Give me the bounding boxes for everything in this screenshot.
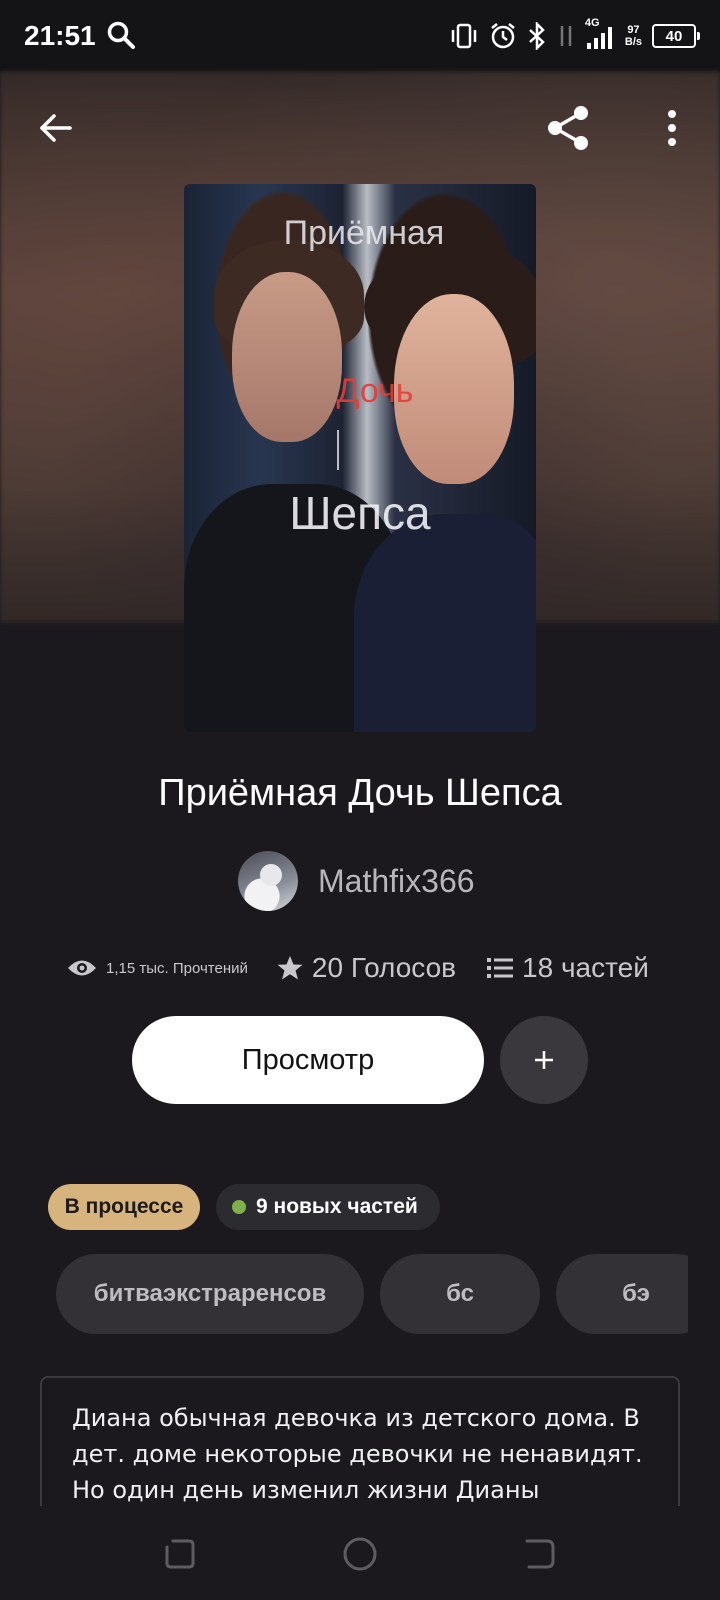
story-title: Приёмная Дочь Шепса <box>158 772 562 814</box>
recent-apps-icon <box>165 1539 195 1569</box>
share-icon <box>548 106 588 150</box>
home-button[interactable] <box>338 1532 382 1576</box>
add-to-library-button[interactable] <box>500 1016 588 1104</box>
reads-count: 1,15 тыс. Прочтений <box>106 959 248 977</box>
recent-apps-button[interactable] <box>158 1532 202 1576</box>
cover-title-line2: Дочь <box>336 372 414 410</box>
story-description: Диана обычная девочка из детского дома. … <box>40 1376 680 1506</box>
tag-chip[interactable]: бс <box>380 1254 540 1334</box>
share-button[interactable] <box>538 98 598 158</box>
system-back-icon <box>525 1539 555 1569</box>
story-stats: 1,15 тыс. Прочтений 20 Голосов 18 частей <box>66 948 679 988</box>
net-speed: 97 B/s <box>624 24 642 48</box>
battery-indicator: 40 <box>652 24 700 48</box>
cover-title-line1: Приёмная <box>283 214 445 252</box>
status-bar: 21:51 4G 97 B/s 40 <box>0 0 720 72</box>
author-avatar <box>238 851 298 911</box>
back-button[interactable] <box>26 98 86 158</box>
system-nav-bar <box>0 1506 720 1600</box>
reads-stat: 1,15 тыс. Прочтений <box>66 957 248 979</box>
read-button[interactable]: Просмотр <box>132 1016 484 1104</box>
new-dot-icon <box>232 1200 246 1214</box>
new-parts-badge: 9 новых частей <box>216 1184 440 1230</box>
system-back-button[interactable] <box>518 1532 562 1576</box>
tag-list: битваэкстраренсов бс бэ <box>56 1254 688 1336</box>
vibrate-icon <box>451 23 477 49</box>
author-link[interactable]: Mathfix366 <box>238 850 475 912</box>
new-parts-label: 9 новых частей <box>256 1195 418 1218</box>
tag-chip[interactable]: бэ <box>556 1254 688 1334</box>
more-vertical-icon <box>668 110 676 146</box>
more-options-button[interactable] <box>642 98 702 158</box>
list-icon <box>487 958 514 978</box>
votes-count: 20 Голосов <box>311 952 457 983</box>
alarm-icon <box>491 23 515 49</box>
eye-icon <box>68 960 96 976</box>
home-circle-icon <box>343 1537 377 1571</box>
bluetooth-icon <box>529 22 545 50</box>
search-icon <box>107 21 135 49</box>
tag-chip[interactable]: битваэкстраренсов <box>56 1254 364 1334</box>
star-icon <box>277 956 303 980</box>
status-time: 21:51 <box>24 20 96 51</box>
story-cover[interactable]: Приёмная Дочь Шепса <box>184 184 536 732</box>
author-name: Mathfix366 <box>318 862 475 899</box>
arrow-left-icon <box>40 114 72 142</box>
cover-title-line3: Шепса <box>289 487 431 539</box>
votes-stat: 20 Голосов <box>276 952 456 984</box>
plus-icon <box>535 1051 553 1069</box>
parts-stat: 18 частей <box>486 952 649 984</box>
data-arrows-icon <box>560 26 572 46</box>
status-badge: В процессе <box>48 1184 200 1230</box>
parts-count: 18 частей <box>522 952 649 983</box>
signal-icon: 4G <box>585 17 615 51</box>
